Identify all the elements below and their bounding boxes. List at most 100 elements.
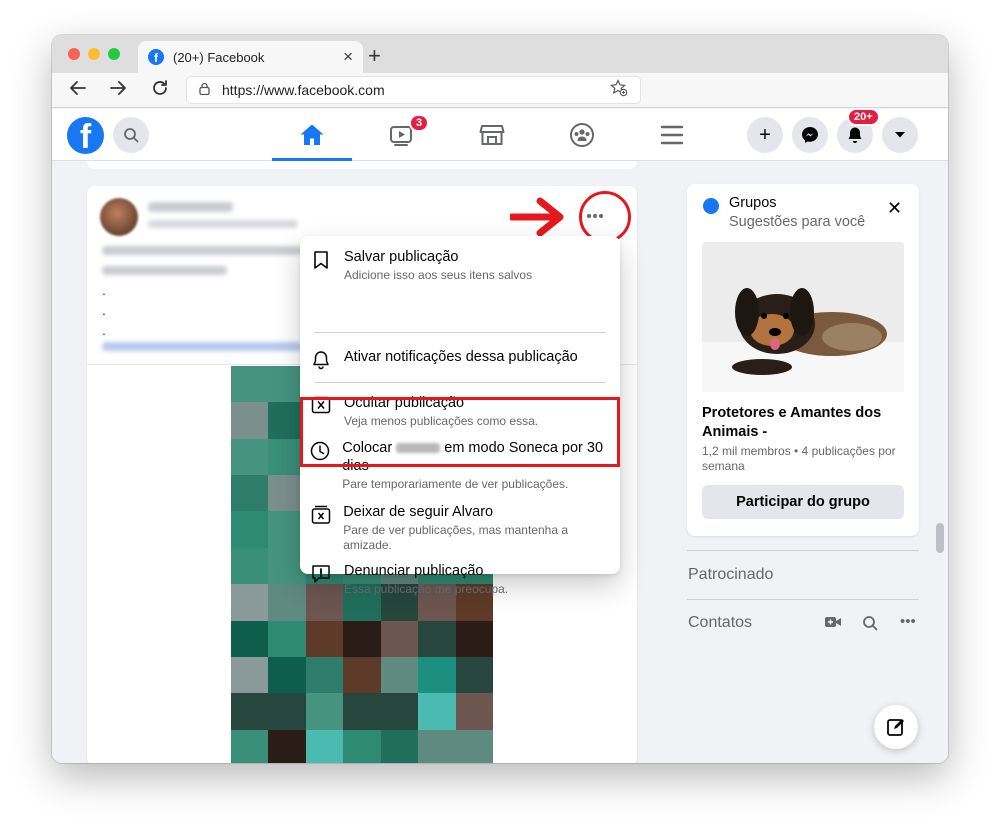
contacts-more-icon[interactable]: ••• — [900, 613, 916, 630]
groups-icon — [570, 123, 594, 147]
annotation-highlight-box — [300, 397, 620, 467]
messenger-button[interactable] — [792, 117, 828, 153]
mosaic-tile — [418, 656, 456, 694]
mosaic-tile — [268, 584, 306, 621]
menu-item-subtitle: Pare de ver publicações, mas mantenha a … — [343, 523, 568, 552]
close-window-button[interactable] — [68, 48, 80, 60]
previous-post-card — [87, 161, 637, 169]
tab-title: (20+) Facebook — [173, 49, 265, 65]
new-message-button[interactable] — [874, 705, 918, 749]
blurred-hashtags — [102, 342, 302, 351]
menu-item-title: Deixar de seguir Alvaro — [343, 504, 494, 520]
mosaic-tile — [343, 693, 381, 730]
lock-icon — [199, 82, 210, 98]
nav-marketplace[interactable] — [447, 109, 537, 161]
sponsored-heading: Patrocinado — [688, 566, 774, 583]
menu-item-save-post[interactable]: Salvar publicação Adicione isso aos seus… — [310, 248, 610, 283]
mosaic-tile — [305, 620, 344, 657]
mosaic-tile — [380, 656, 419, 694]
menu-item-subtitle: Pare temporariamente de ver publicações. — [342, 477, 569, 491]
notifications-button[interactable]: 20+ — [837, 108, 880, 153]
mosaic-tile — [305, 693, 344, 730]
mosaic-tile — [418, 729, 456, 763]
search-button[interactable] — [113, 117, 149, 153]
menu-item-title: Denunciar publicação — [344, 563, 484, 579]
nav-watch[interactable]: 3 — [357, 109, 447, 161]
join-group-button[interactable]: Participar do grupo — [702, 485, 904, 519]
mosaic-tile — [231, 693, 269, 730]
post-dot: . — [102, 302, 106, 318]
mosaic-tile — [231, 656, 269, 694]
account-button[interactable] — [882, 117, 918, 153]
groups-card-title: Grupos — [729, 195, 777, 211]
nav-groups[interactable] — [537, 109, 627, 161]
back-arrow-icon[interactable] — [68, 78, 88, 104]
bell-icon — [848, 127, 862, 143]
mosaic-tile — [418, 693, 456, 730]
post-dot: . — [102, 322, 106, 338]
menu-item-title: Salvar publicação — [344, 249, 459, 265]
blurred-post-date — [148, 220, 298, 228]
blurred-post-text — [102, 246, 302, 255]
group-cover-photo[interactable] — [702, 242, 904, 392]
mosaic-tile — [231, 584, 269, 621]
mosaic-tile — [343, 656, 381, 694]
menu-item-subtitle: Adicione isso aos seus itens salvos — [344, 268, 533, 282]
minimize-window-button[interactable] — [88, 48, 100, 60]
video-call-icon[interactable] — [824, 615, 842, 633]
bell-icon — [310, 350, 332, 372]
compose-icon — [887, 719, 904, 736]
annotation-arrow-icon — [510, 197, 564, 237]
sidebar-divider — [687, 599, 919, 600]
mosaic-tile — [231, 366, 269, 403]
forward-arrow-icon[interactable] — [108, 78, 128, 104]
mosaic-tile — [343, 620, 381, 657]
mosaic-tile — [343, 729, 381, 763]
menu-item-title: Ativar notificações dessa publicação — [344, 349, 578, 365]
mosaic-tile — [231, 438, 269, 476]
url-text[interactable]: https://www.facebook.com — [222, 82, 610, 98]
mosaic-tile — [380, 620, 419, 657]
new-tab-button[interactable]: + — [368, 43, 381, 69]
browser-toolbar: https://www.facebook.com — [52, 73, 948, 108]
search-icon — [124, 128, 139, 143]
mosaic-tile — [380, 693, 419, 730]
menu-item-turn-on-notifications[interactable]: Ativar notificações dessa publicação — [310, 348, 610, 372]
menu-item-unfollow[interactable]: Deixar de seguir Alvaro Pare de ver publ… — [310, 503, 610, 553]
group-name[interactable]: Protetores e Amantes dos Animais - — [702, 404, 902, 442]
post-author-avatar[interactable] — [100, 198, 138, 236]
close-icon[interactable]: ✕ — [887, 198, 902, 219]
nav-menu[interactable] — [627, 109, 717, 161]
mosaic-tile — [455, 693, 493, 730]
group-suggestions-card: Grupos Sugestões para você ✕ Protetores … — [687, 184, 919, 536]
bookmark-icon — [310, 250, 332, 272]
tab-close-icon[interactable]: × — [343, 47, 353, 67]
mosaic-tile — [268, 656, 306, 694]
facebook-logo-icon[interactable]: f — [67, 117, 104, 154]
mosaic-tile — [231, 620, 269, 657]
mosaic-tile — [231, 511, 269, 548]
unfollow-icon — [310, 505, 331, 527]
page-scrollbar[interactable] — [936, 523, 944, 553]
create-button[interactable]: + — [747, 117, 783, 153]
browser-window: f (20+) Facebook × + https://www.faceboo… — [52, 35, 948, 763]
notifications-badge: 20+ — [847, 108, 880, 126]
group-meta: 1,2 mil membros • 4 publicações por sema… — [702, 444, 896, 473]
reload-icon[interactable] — [150, 78, 170, 104]
mosaic-tile — [418, 620, 456, 657]
tab-strip: f (20+) Facebook × + — [52, 35, 948, 73]
nav-home[interactable] — [267, 109, 357, 161]
contacts-search-icon[interactable] — [862, 615, 878, 635]
maximize-window-button[interactable] — [108, 48, 120, 60]
chevron-down-icon — [895, 132, 905, 138]
blurred-post-text — [102, 266, 227, 275]
menu-item-subtitle: Essa publicação me preocupa. — [344, 582, 509, 596]
home-icon — [300, 124, 324, 145]
url-bar[interactable]: https://www.facebook.com — [186, 76, 641, 104]
mosaic-tile — [305, 729, 344, 763]
bookmark-star-icon[interactable] — [610, 78, 628, 102]
watch-badge: 3 — [409, 114, 430, 132]
menu-item-report-post-content[interactable]: Denunciar publicação Essa publicação me … — [310, 562, 610, 597]
browser-tab[interactable]: f (20+) Facebook × — [138, 41, 363, 73]
facebook-favicon-icon: f — [148, 49, 164, 65]
